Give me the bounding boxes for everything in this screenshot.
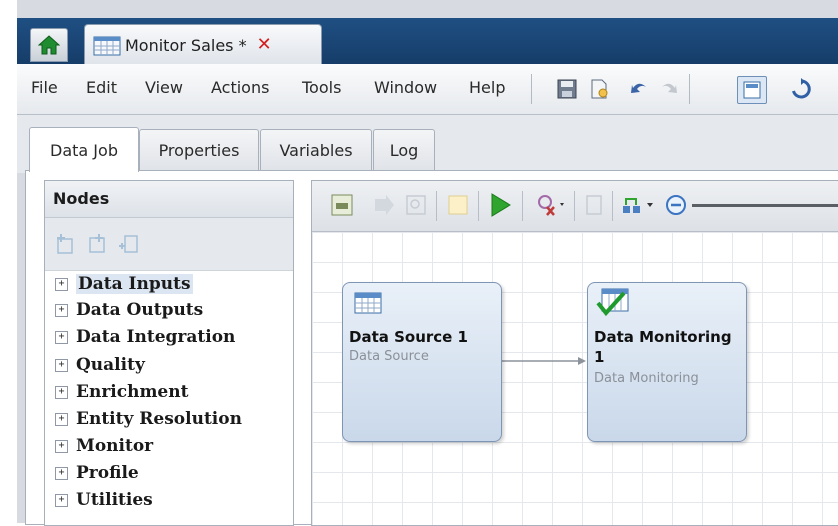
- menu-actions[interactable]: Actions: [211, 78, 269, 97]
- expand-icon[interactable]: +: [55, 493, 68, 507]
- insert-node-icon[interactable]: [85, 232, 109, 256]
- data-source-icon: [354, 292, 382, 314]
- node-category-label: Data Inputs: [76, 274, 193, 294]
- layout-icon[interactable]: [620, 191, 656, 219]
- node-category-data-inputs[interactable]: + Data Inputs: [55, 271, 193, 297]
- nodes-header: Nodes: [45, 181, 293, 218]
- node-category-label: Data Integration: [76, 327, 236, 347]
- menu-view[interactable]: View: [145, 78, 183, 97]
- node-category-quality[interactable]: + Quality: [55, 352, 145, 378]
- node-category-label: Data Outputs: [76, 300, 204, 320]
- tab-data-job[interactable]: Data Job: [29, 127, 139, 172]
- copy-icon[interactable]: [582, 193, 606, 217]
- app-window: Monitor Sales * ✕ File Edit View Actions…: [17, 0, 838, 526]
- run-icon[interactable]: [486, 191, 514, 219]
- menu-window[interactable]: Window: [374, 78, 437, 97]
- preview-icon[interactable]: [737, 76, 767, 104]
- canvas-node-data-source[interactable]: Data Source 1 Data Source: [342, 282, 502, 442]
- expand-icon[interactable]: +: [55, 439, 68, 453]
- data-job-icon: [93, 36, 121, 56]
- expand-icon[interactable]: +: [55, 303, 68, 317]
- nodes-toolbar: [45, 218, 293, 271]
- node-category-label: Monitor: [76, 436, 154, 456]
- node-category-label: Entity Resolution: [76, 409, 242, 429]
- node-category-utilities[interactable]: + Utilities: [55, 487, 153, 513]
- toolbar-separator: [689, 74, 690, 104]
- expand-icon[interactable]: +: [55, 277, 68, 291]
- node-title: Data Source 1: [349, 328, 468, 346]
- canvas-grid[interactable]: Data Source 1 Data Source Data Monitorin…: [312, 232, 838, 525]
- expand-icon[interactable]: +: [55, 330, 68, 344]
- node-title: Data Monitoring 1: [594, 328, 732, 366]
- node-category-label: Profile: [76, 463, 139, 483]
- canvas-toolbar-separator: [522, 191, 523, 221]
- data-monitoring-icon: [596, 288, 629, 317]
- undo-icon[interactable]: [625, 76, 653, 102]
- refresh-icon[interactable]: [787, 76, 815, 102]
- node-category-enrichment[interactable]: + Enrichment: [55, 379, 188, 405]
- tab-properties[interactable]: Properties: [139, 129, 259, 170]
- node-category-entity-resolution[interactable]: + Entity Resolution: [55, 406, 242, 432]
- canvas-toolbar: [312, 181, 838, 232]
- menu-bar: File Edit View Actions Tools Window Help: [17, 64, 838, 115]
- add-node-icon[interactable]: [55, 232, 79, 256]
- job-canvas-panel: Data Source 1 Data Source Data Monitorin…: [311, 180, 838, 526]
- canvas-node-data-monitoring[interactable]: Data Monitoring 1 Data Monitoring: [587, 282, 747, 442]
- node-category-label: Utilities: [76, 490, 153, 510]
- node-category-profile[interactable]: + Profile: [55, 460, 139, 486]
- node-category-label: Quality: [76, 355, 145, 375]
- document-tab-title: Monitor Sales *: [125, 35, 247, 55]
- tab-log[interactable]: Log: [373, 129, 435, 170]
- node-category-monitor[interactable]: + Monitor: [55, 433, 153, 459]
- canvas-toolbar-separator: [478, 191, 479, 221]
- node-category-data-integration[interactable]: + Data Integration: [55, 324, 235, 350]
- nodes-panel: Nodes + Data Inputs + Data Outputs + Dat…: [44, 180, 294, 526]
- clear-run-icon[interactable]: [534, 191, 566, 219]
- canvas-toolbar-separator: [612, 191, 613, 221]
- menu-tools[interactable]: Tools: [302, 78, 341, 97]
- node-type: Data Source: [349, 349, 429, 364]
- canvas-save-icon[interactable]: [330, 193, 354, 217]
- document-tab[interactable]: Monitor Sales * ✕: [84, 24, 322, 65]
- zoom-out-icon[interactable]: [664, 193, 688, 217]
- expand-icon[interactable]: +: [55, 412, 68, 426]
- node-type: Data Monitoring: [594, 371, 699, 386]
- close-icon[interactable]: ✕: [257, 36, 272, 54]
- tab-variables[interactable]: Variables: [260, 129, 372, 170]
- menu-file[interactable]: File: [31, 78, 58, 97]
- menu-separator: [531, 74, 532, 104]
- menu-edit[interactable]: Edit: [86, 78, 117, 97]
- home-button[interactable]: [30, 28, 68, 62]
- canvas-toolbar-separator: [436, 191, 437, 221]
- canvas-toolbar-separator: [574, 191, 575, 221]
- zoom-fit-icon[interactable]: [404, 193, 428, 217]
- redo-icon[interactable]: [655, 76, 683, 102]
- step-icon[interactable]: [372, 193, 396, 217]
- menu-help[interactable]: Help: [469, 78, 505, 97]
- expand-icon[interactable]: +: [55, 358, 68, 372]
- home-icon: [38, 35, 60, 55]
- save-icon[interactable]: [553, 76, 581, 102]
- expand-icon[interactable]: +: [55, 466, 68, 480]
- tab-strip: Data Job Properties Variables Log: [17, 115, 838, 173]
- node-category-label: Enrichment: [76, 382, 189, 402]
- expand-icon[interactable]: +: [55, 385, 68, 399]
- note-icon[interactable]: [446, 193, 470, 217]
- zoom-slider[interactable]: [692, 204, 838, 207]
- save-as-icon[interactable]: [585, 76, 613, 102]
- attach-node-icon[interactable]: [117, 232, 141, 256]
- data-job-content: Nodes + Data Inputs + Data Outputs + Dat…: [25, 170, 838, 526]
- node-category-data-outputs[interactable]: + Data Outputs: [55, 297, 203, 323]
